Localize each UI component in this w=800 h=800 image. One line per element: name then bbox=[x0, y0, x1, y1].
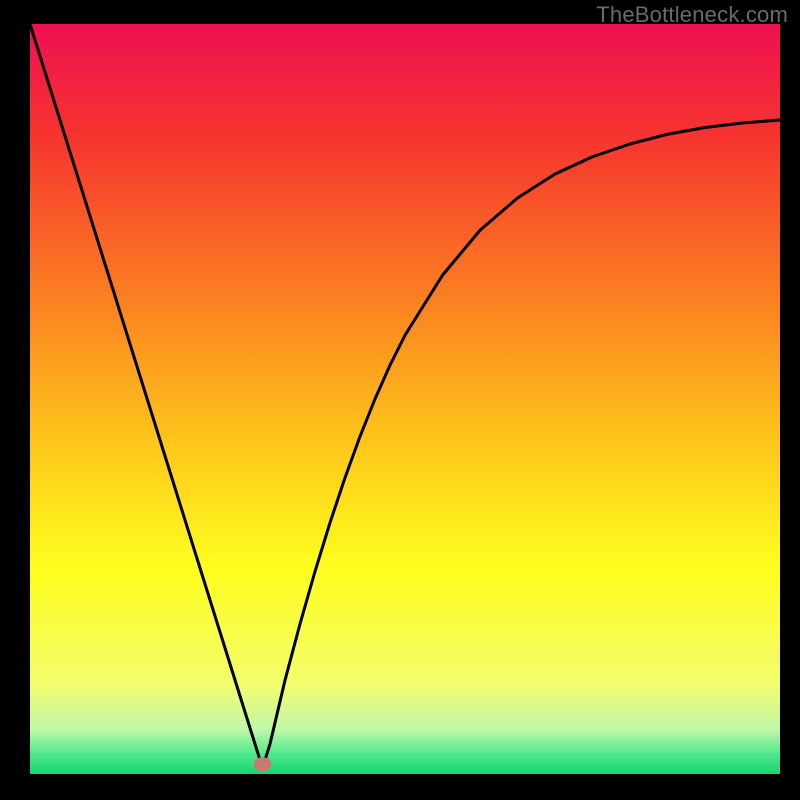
bottleneck-chart bbox=[30, 24, 780, 774]
plot-area bbox=[30, 24, 780, 774]
watermark-text: TheBottleneck.com bbox=[596, 2, 788, 28]
gradient-background bbox=[30, 24, 780, 774]
chart-frame: TheBottleneck.com bbox=[0, 0, 800, 800]
optimum-marker bbox=[254, 757, 272, 771]
